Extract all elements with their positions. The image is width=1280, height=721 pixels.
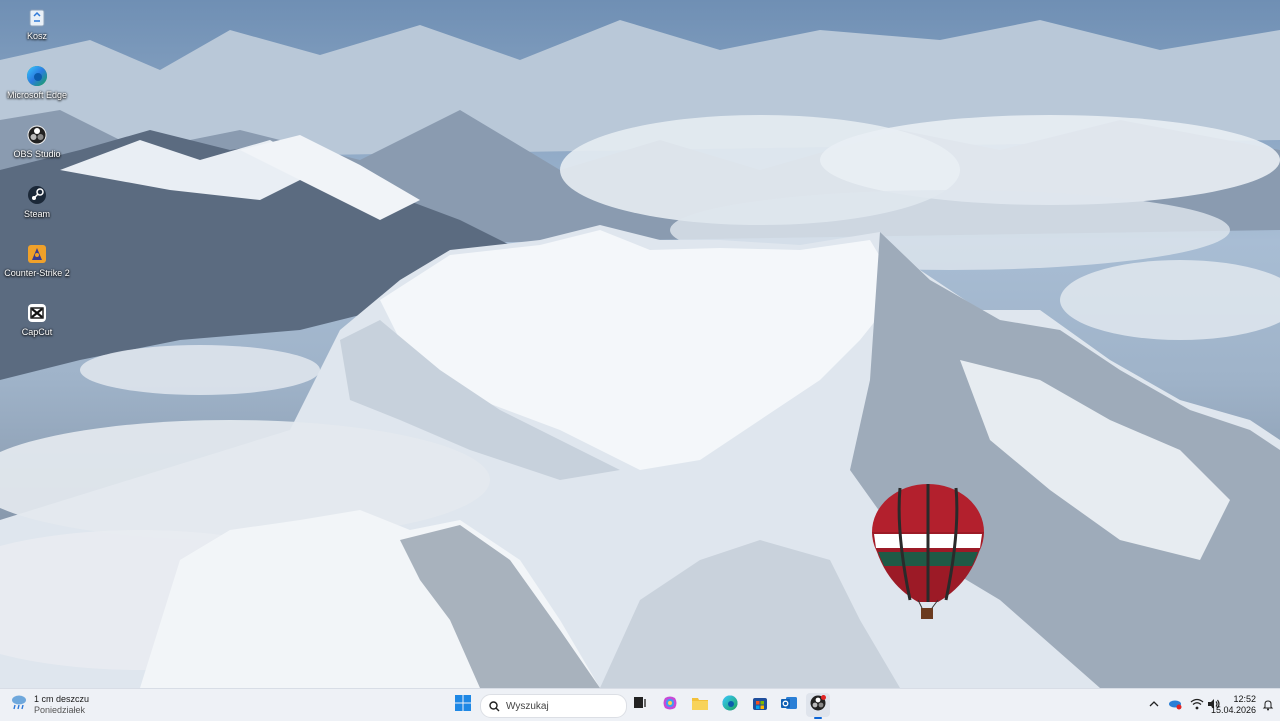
- edge-icon: [722, 695, 738, 716]
- capcut-icon: [26, 302, 48, 324]
- chevron-up-icon[interactable]: [1147, 697, 1161, 711]
- obs-taskbar-button[interactable]: [806, 693, 830, 719]
- folder-icon: [692, 696, 708, 715]
- file-explorer-button[interactable]: [688, 693, 712, 717]
- weather-condition: 1 cm deszczu: [34, 693, 90, 704]
- outlook-button[interactable]: [777, 693, 801, 717]
- search-placeholder: Wyszukaj: [506, 700, 549, 712]
- obs-icon: [26, 124, 48, 146]
- task-view-button[interactable]: [628, 693, 652, 717]
- desktop-icon-label: Steam: [23, 209, 50, 219]
- mountain-wallpaper-image: [0, 20, 1280, 688]
- weather-widget[interactable]: 1 cm deszczu Poniedziałek: [10, 693, 89, 716]
- edge-taskbar-button[interactable]: [718, 693, 742, 717]
- wifi-icon[interactable]: [1190, 697, 1204, 711]
- recycle-bin-icon: [26, 6, 48, 28]
- desktop-icon-label: Kosz: [26, 31, 47, 41]
- store-icon: [752, 695, 768, 716]
- weather-day: Poniedziałek: [34, 704, 86, 715]
- obs-icon: [810, 694, 826, 716]
- search-icon: [489, 700, 500, 712]
- store-button[interactable]: [748, 693, 772, 717]
- task-view-icon: [633, 696, 647, 715]
- desktop-icon-obs-studio[interactable]: OBS Studio: [4, 120, 70, 174]
- steam-icon: [26, 184, 48, 206]
- taskbar: 1 cm deszczu Poniedziałek Wyszukaj 12:52…: [0, 688, 1280, 721]
- copilot-icon: [662, 695, 678, 716]
- active-indicator: [814, 717, 822, 719]
- copilot-button[interactable]: [658, 693, 682, 717]
- desktop-wallpaper: Kosz Microsoft Edge OBS Studio Steam Cou…: [0, 0, 1280, 688]
- clock-date: 15.04.2026: [1210, 705, 1256, 715]
- rain-cloud-icon: [10, 693, 28, 716]
- clock[interactable]: 12:52 15.04.2026: [1211, 694, 1256, 716]
- desktop-icon-capcut[interactable]: CapCut: [4, 298, 70, 352]
- start-button[interactable]: [451, 693, 475, 717]
- taskbar-search-box[interactable]: Wyszukaj: [480, 694, 627, 718]
- desktop-icon-label: Counter-Strike 2: [4, 268, 70, 278]
- notification-bell-icon[interactable]: [1262, 698, 1274, 711]
- outlook-icon: [781, 695, 797, 716]
- desktop-icon-steam[interactable]: Steam: [4, 180, 70, 234]
- clock-time: 12:52: [1233, 694, 1256, 704]
- desktop-icon-label: CapCut: [21, 327, 53, 337]
- desktop-icon-label: OBS Studio: [13, 149, 61, 159]
- desktop-icon-label: Microsoft Edge: [6, 90, 68, 100]
- desktop-icon-microsoft-edge[interactable]: Microsoft Edge: [4, 61, 70, 115]
- windows-start-icon: [455, 694, 471, 716]
- counter-strike-icon: [26, 243, 48, 265]
- desktop-icon-recycle-bin[interactable]: Kosz: [4, 2, 70, 56]
- edge-icon: [26, 65, 48, 87]
- onedrive-sync-icon[interactable]: [1168, 697, 1182, 711]
- desktop-icon-counter-strike-2[interactable]: Counter-Strike 2: [4, 239, 70, 293]
